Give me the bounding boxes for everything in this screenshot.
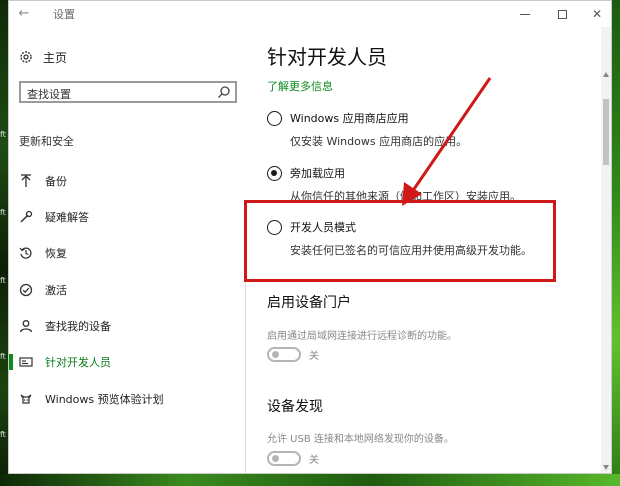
learn-more-link[interactable]: 了解更多信息 <box>267 78 333 94</box>
scrollbar[interactable] <box>601 27 611 473</box>
sidebar-item-label: 恢复 <box>45 247 67 260</box>
minimize-button[interactable] <box>509 3 541 25</box>
toggle-state-label: 关 <box>309 351 319 362</box>
desktop-background-bottom <box>0 474 620 486</box>
device-discovery-description: 允许 USB 连接和本地网络发现你的设备。 <box>267 434 454 445</box>
window-title: 设置 <box>53 8 75 21</box>
title-bar: ← 设置 ✕ <box>9 1 611 27</box>
sidebar-item-activation[interactable]: 激活 <box>9 278 245 302</box>
gear-icon <box>20 51 32 63</box>
sidebar-item-windows-insider[interactable]: Windows 预览体验计划 <box>9 387 245 411</box>
sidebar-item-for-developers[interactable]: 针对开发人员 <box>9 350 245 374</box>
device-portal-toggle[interactable] <box>267 347 301 362</box>
page-title: 针对开发人员 <box>267 45 387 69</box>
sidebar-item-backup[interactable]: 备份 <box>9 169 245 193</box>
nav-home[interactable]: 主页 <box>19 47 67 67</box>
radio-button-checked[interactable] <box>267 166 282 181</box>
close-button[interactable]: ✕ <box>581 3 611 25</box>
device-portal-toggle-row[interactable]: 关 <box>267 347 319 362</box>
annotation-highlight-box <box>244 200 556 282</box>
sidebar-item-troubleshoot[interactable]: 疑难解答 <box>9 205 245 229</box>
sidebar-item-label: 备份 <box>45 175 67 188</box>
sidebar-item-label: 查找我的设备 <box>45 320 111 333</box>
nav-home-label: 主页 <box>43 50 68 65</box>
back-arrow-icon: ← <box>18 6 30 21</box>
minimize-icon <box>520 14 530 15</box>
search-box[interactable] <box>19 81 237 104</box>
radio-option-sideload[interactable]: 旁加载应用 从你信任的其他来源（例如工作区）安装应用。 <box>267 166 521 203</box>
desktop-label-fragment: ft <box>0 130 6 139</box>
device-portal-title: 启用设备门户 <box>267 295 351 311</box>
scroll-thumb[interactable] <box>603 99 609 165</box>
desktop-label-fragment: ft <box>0 430 6 439</box>
desktop-label-fragment: ft <box>0 276 6 285</box>
sidebar-item-label: Windows 预览体验计划 <box>45 393 164 406</box>
section-title: 更新和安全 <box>19 135 74 148</box>
desktop-background-right <box>612 0 620 486</box>
maximize-button[interactable] <box>546 3 578 25</box>
toggle-state-label: 关 <box>309 455 319 466</box>
sidebar: 主页 更新和安全 备份 疑难解答 恢复 <box>9 27 245 473</box>
radio-option-store-apps[interactable]: Windows 应用商店应用 仅安装 Windows 应用商店的应用。 <box>267 111 467 148</box>
person-icon <box>19 319 33 333</box>
active-indicator <box>9 354 13 370</box>
search-icon[interactable] <box>217 85 231 99</box>
sidebar-item-find-my-device[interactable]: 查找我的设备 <box>9 314 245 338</box>
desktop-background: ft ft ft ft ft <box>0 0 8 486</box>
backup-arrow-icon <box>19 174 33 188</box>
check-circle-icon <box>19 283 33 297</box>
desktop-label-fragment: ft <box>0 352 6 361</box>
desktop-label-fragment: ft <box>0 208 6 217</box>
radio-description: 仅安装 Windows 应用商店的应用。 <box>290 135 468 148</box>
device-portal-description: 启用通过局域网连接进行远程诊断的功能。 <box>267 331 457 342</box>
radio-label: 旁加载应用 <box>290 167 345 180</box>
sidebar-item-label: 疑难解答 <box>45 211 89 224</box>
scroll-down-icon[interactable] <box>602 463 610 471</box>
device-discovery-title: 设备发现 <box>267 399 323 415</box>
search-input[interactable] <box>21 85 201 104</box>
device-discovery-toggle-row[interactable]: 关 <box>267 451 319 466</box>
radio-button[interactable] <box>267 111 282 126</box>
maximize-icon <box>557 10 567 19</box>
sidebar-item-recovery[interactable]: 恢复 <box>9 241 245 265</box>
radio-label: Windows 应用商店应用 <box>290 112 409 125</box>
sidebar-item-label: 激活 <box>45 284 67 297</box>
back-button[interactable]: ← <box>13 4 35 24</box>
device-discovery-toggle[interactable] <box>267 451 301 466</box>
history-icon <box>19 246 33 260</box>
close-icon: ✕ <box>591 7 603 21</box>
wrench-icon <box>19 210 33 224</box>
sidebar-item-label: 针对开发人员 <box>45 356 111 369</box>
insider-cat-icon <box>19 392 33 406</box>
scroll-up-icon[interactable] <box>602 71 610 79</box>
developer-icon <box>19 355 33 369</box>
